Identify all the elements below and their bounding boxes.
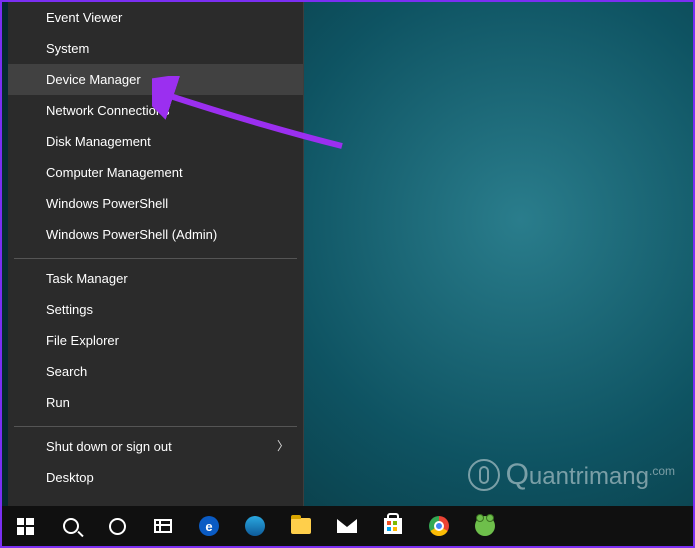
menu-item-network-connections[interactable]: Network Connections [8,95,303,126]
menu-label: Network Connections [46,95,170,126]
watermark-text: uantrimang [529,463,649,490]
menu-item-system[interactable]: System [8,33,303,64]
menu-label: Search [46,356,87,387]
menu-item-file-explorer[interactable]: File Explorer [8,325,303,356]
menu-label: Disk Management [46,126,151,157]
menu-item-desktop[interactable]: Desktop [8,462,303,493]
edge-icon: e [199,516,219,536]
menu-label: Windows PowerShell (Admin) [46,219,217,250]
basecamp-icon [475,516,495,536]
mail-icon [337,519,357,533]
search-button[interactable] [48,506,94,546]
menu-label: Run [46,387,70,418]
menu-item-device-manager[interactable]: Device Manager [8,64,303,95]
watermark-suffix: .com [649,464,675,478]
menu-item-shutdown[interactable]: Shut down or sign out 〉 [8,431,303,462]
menu-separator [14,426,297,427]
menu-separator [14,258,297,259]
menu-item-powershell-admin[interactable]: Windows PowerShell (Admin) [8,219,303,250]
basecamp-app[interactable] [462,506,508,546]
menu-label: Desktop [46,462,94,493]
menu-item-search[interactable]: Search [8,356,303,387]
watermark: Quantrimang.com [468,458,675,492]
store-icon [384,518,402,534]
screenshot-frame: Event Viewer System Device Manager Netwo… [0,0,695,548]
folder-icon [291,518,311,534]
menu-item-powershell[interactable]: Windows PowerShell [8,188,303,219]
menu-label: Shut down or sign out [46,431,172,462]
menu-label: Windows PowerShell [46,188,168,219]
menu-item-task-manager[interactable]: Task Manager [8,263,303,294]
file-explorer-app[interactable] [278,506,324,546]
menu-item-disk-management[interactable]: Disk Management [8,126,303,157]
menu-item-computer-management[interactable]: Computer Management [8,157,303,188]
start-button[interactable] [2,506,48,546]
watermark-q: Q [506,458,529,491]
store-app[interactable] [370,506,416,546]
menu-item-run[interactable]: Run [8,387,303,418]
menu-label: Event Viewer [46,2,122,33]
menu-item-settings[interactable]: Settings [8,294,303,325]
menu-label: Computer Management [46,157,183,188]
dev-icon [245,516,265,536]
menu-label: Settings [46,294,93,325]
menu-label: Task Manager [46,263,128,294]
power-menu-group-3: Shut down or sign out 〉 Desktop [8,431,303,497]
menu-label: File Explorer [46,325,119,356]
taskview-button[interactable] [140,506,186,546]
watermark-logo-icon [468,459,500,491]
chevron-right-icon: 〉 [277,431,289,462]
search-icon [63,518,79,534]
cortana-button[interactable] [94,506,140,546]
taskview-icon [154,519,172,533]
cortana-icon [109,518,126,535]
power-menu-group-2: Task Manager Settings File Explorer Sear… [8,263,303,422]
mail-app[interactable] [324,506,370,546]
menu-item-event-viewer[interactable]: Event Viewer [8,2,303,33]
chrome-app[interactable] [416,506,462,546]
menu-label: Device Manager [46,64,141,95]
taskbar: e [2,506,693,546]
windows-logo-icon [17,518,34,535]
power-menu-group-1: Event Viewer System Device Manager Netwo… [8,2,303,254]
chrome-icon [429,516,449,536]
winx-power-menu: Event Viewer System Device Manager Netwo… [8,2,304,506]
edge-app[interactable]: e [186,506,232,546]
menu-label: System [46,33,89,64]
dev-app[interactable] [232,506,278,546]
